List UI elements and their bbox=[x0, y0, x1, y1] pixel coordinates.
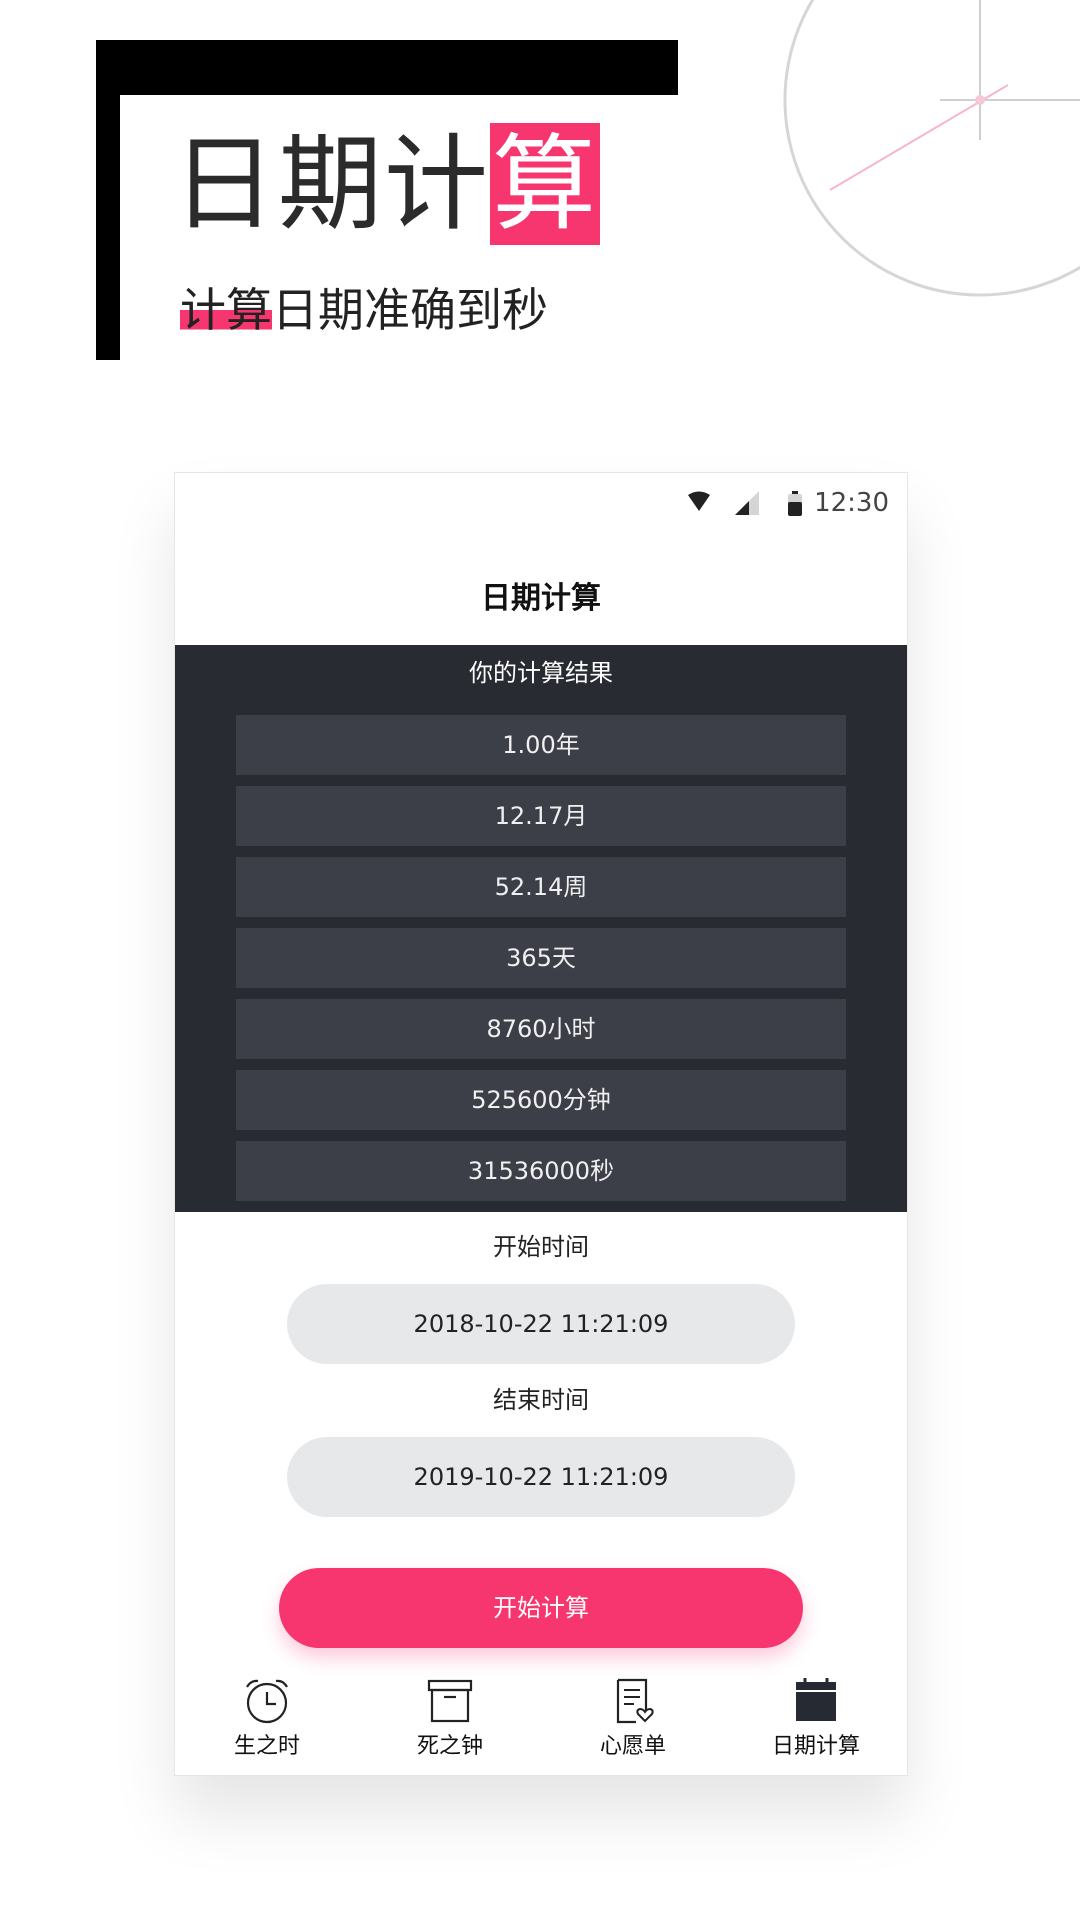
status-time: 12:30 bbox=[814, 488, 889, 518]
nav-item-date-calc[interactable]: 日期计算 bbox=[741, 1677, 891, 1775]
wishlist-icon bbox=[616, 1678, 654, 1724]
result-heading: 你的计算结果 bbox=[469, 659, 613, 687]
start-calculate-button[interactable]: 开始计算 bbox=[279, 1568, 803, 1648]
nav-label-death-clock: 死之钟 bbox=[416, 1734, 483, 1759]
result-row-weeks: 52.14周 bbox=[236, 857, 846, 917]
frame-top-bar bbox=[96, 40, 678, 95]
promo-title-main: 日期计 bbox=[172, 123, 491, 245]
bottom-nav: 生之时 死之钟 心愿单 日期计算 bbox=[175, 1677, 907, 1775]
nav-item-wishlist[interactable]: 心愿单 bbox=[558, 1677, 708, 1775]
promo-subtitle-highlight: 计算 bbox=[180, 283, 272, 337]
result-row-years: 1.00年 bbox=[236, 715, 846, 775]
wifi-icon bbox=[688, 491, 710, 511]
nav-label-date-calc: 日期计算 bbox=[771, 1734, 860, 1759]
result-row-days: 365天 bbox=[236, 928, 846, 988]
app-title: 日期计算 bbox=[481, 581, 601, 616]
promo-subtitle: 计算日期准确到秒 bbox=[180, 282, 548, 338]
promo-title: 日期计算 bbox=[172, 123, 601, 245]
calendar-icon bbox=[796, 1678, 836, 1721]
signal-icon bbox=[735, 491, 759, 515]
end-time-label: 结束时间 bbox=[493, 1386, 589, 1414]
decorative-clock-icon bbox=[783, 0, 1080, 297]
nav-label-wishlist: 心愿单 bbox=[599, 1734, 666, 1759]
end-time-field[interactable]: 2019-10-22 11:21:09 bbox=[287, 1437, 795, 1517]
promo-title-highlight: 算 bbox=[490, 123, 601, 245]
battery-icon bbox=[788, 491, 802, 516]
result-row-hours: 8760小时 bbox=[236, 999, 846, 1059]
alarm-clock-icon bbox=[246, 1679, 288, 1724]
nav-label-life-time: 生之时 bbox=[233, 1734, 300, 1759]
start-time-label: 开始时间 bbox=[493, 1233, 589, 1261]
archive-box-icon bbox=[427, 1679, 473, 1723]
nav-item-death-clock[interactable]: 死之钟 bbox=[375, 1677, 525, 1775]
result-row-minutes: 525600分钟 bbox=[236, 1070, 846, 1130]
result-panel: 你的计算结果 1.00年 12.17月 52.14周 365天 8760小时 5… bbox=[175, 645, 907, 1212]
start-time-field[interactable]: 2018-10-22 11:21:09 bbox=[287, 1284, 795, 1364]
frame-left-bar bbox=[96, 40, 120, 360]
result-row-seconds: 31536000秒 bbox=[236, 1141, 846, 1201]
status-bar: 12:30 bbox=[175, 473, 907, 533]
nav-item-life-time[interactable]: 生之时 bbox=[192, 1677, 342, 1775]
promo-subtitle-rest: 日期准确到秒 bbox=[272, 283, 548, 337]
phone-screen: 12:30 日期计算 你的计算结果 1.00年 12.17月 52.14周 36… bbox=[174, 472, 908, 1776]
result-row-months: 12.17月 bbox=[236, 786, 846, 846]
